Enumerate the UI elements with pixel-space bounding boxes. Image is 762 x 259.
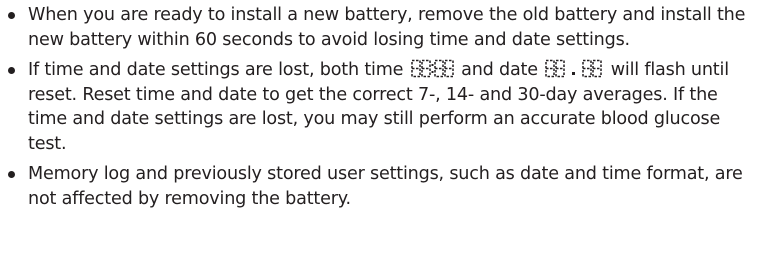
bullet-text-part-b: and date: [461, 60, 544, 80]
bullet-text: Memory log and previously stored user se…: [28, 164, 743, 209]
bullet-text: When you are ready to install a new batt…: [28, 5, 746, 50]
bullet-list: When you are ready to install a new batt…: [8, 3, 754, 211]
instruction-document: When you are ready to install a new batt…: [0, 0, 762, 259]
bullet-dot-icon: [8, 171, 15, 178]
bullet-dot-icon: [8, 12, 15, 19]
bullet-dot-icon: [8, 67, 15, 74]
bullet-text-part-a: If time and date settings are lost, both…: [28, 60, 409, 80]
bullet-item-time-date-lost: If time and date settings are lost, both…: [8, 58, 754, 156]
date-segment-display-icon: [545, 59, 603, 78]
bullet-item-memory-log: Memory log and previously stored user se…: [8, 162, 754, 211]
time-segment-display-icon: [410, 59, 454, 78]
bullet-item-battery-replacement: When you are ready to install a new batt…: [8, 3, 754, 52]
